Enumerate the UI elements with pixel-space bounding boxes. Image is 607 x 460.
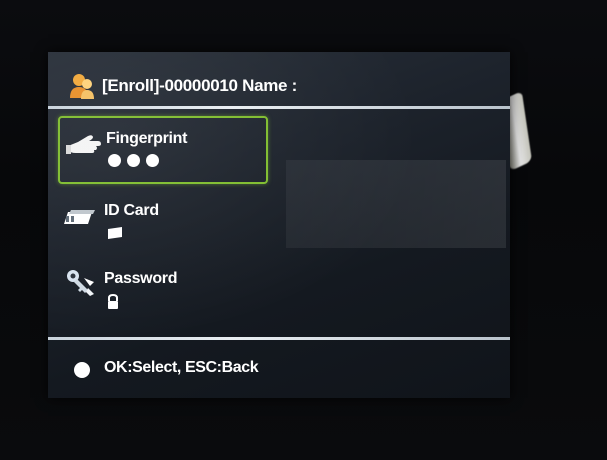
password-status [106, 293, 120, 310]
option-label: Fingerprint [106, 130, 188, 147]
header: [Enroll]-00000010 Name : [48, 52, 510, 108]
enrolled-dot-icon [127, 154, 140, 167]
lock-small-icon [108, 293, 118, 309]
footer-divider [48, 337, 510, 340]
option-password[interactable]: Password [58, 258, 268, 326]
id-card-status [106, 226, 124, 242]
option-id-card[interactable]: ID Card [58, 190, 268, 258]
card-small-icon [108, 227, 122, 239]
enrolled-dot-icon [146, 154, 159, 167]
footer: OK:Select, ESC:Back [48, 342, 510, 398]
enrolled-dot-icon [108, 154, 121, 167]
user-enroll-icon [70, 74, 94, 99]
header-divider [48, 106, 510, 109]
option-label: Password [104, 270, 178, 287]
info-dot-icon [74, 362, 90, 378]
device-screen: [Enroll]-00000010 Name : Fingerprint ID … [48, 52, 510, 398]
footer-hint: OK:Select, ESC:Back [104, 359, 259, 376]
option-fingerprint[interactable]: Fingerprint [58, 116, 268, 184]
photo-frame: [Enroll]-00000010 Name : Fingerprint ID … [0, 0, 607, 460]
password-key-icon [67, 270, 94, 296]
option-label: ID Card [104, 202, 159, 219]
fingerprint-status [108, 154, 159, 170]
fingerprint-hand-icon [66, 135, 101, 154]
screen-glare [286, 160, 506, 248]
page-title: [Enroll]-00000010 Name : [102, 76, 297, 95]
id-card-icon [64, 210, 95, 224]
